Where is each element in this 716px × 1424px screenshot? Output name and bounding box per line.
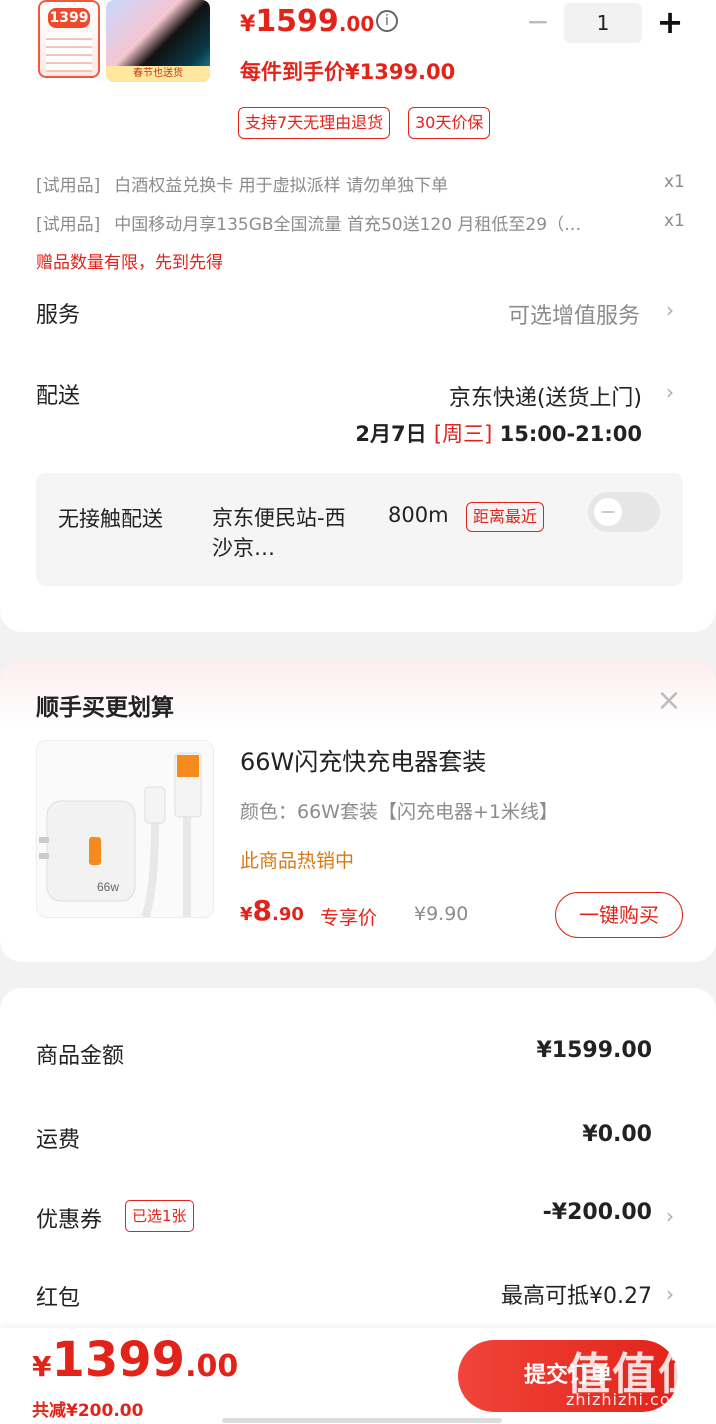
chevron-right-icon[interactable]: › bbox=[666, 380, 674, 404]
coupon-selected-tag: 已选1张 bbox=[125, 1200, 194, 1232]
thumbnail-ribbon: 春节也送货 bbox=[106, 66, 210, 82]
watermark-url: zhizhizhi.com bbox=[566, 1390, 688, 1409]
one-click-buy-button[interactable]: 一键购买 bbox=[555, 892, 683, 938]
station-distance: 800m bbox=[388, 503, 449, 527]
gift-tag: [试用品] bbox=[36, 176, 101, 196]
contactless-toggle[interactable] bbox=[588, 492, 660, 532]
charger-illustration: 66w bbox=[39, 752, 202, 917]
shipping-value: ¥0.00 bbox=[582, 1122, 652, 1147]
info-icon[interactable]: i bbox=[376, 10, 398, 32]
shipping-label: 运费 bbox=[36, 1128, 81, 1153]
delivery-method[interactable]: 京东快递(送货上门) bbox=[449, 380, 642, 412]
product-thumbnail-phone[interactable]: 春节也送货 bbox=[106, 0, 210, 82]
price-protect-badge: 30天价保 bbox=[408, 107, 491, 139]
upsell-price: ¥8.90 bbox=[240, 894, 304, 927]
delivery-label: 配送 bbox=[36, 384, 81, 409]
total-saved: 共减¥200.00 bbox=[32, 1401, 144, 1421]
quantity-input[interactable]: 1 bbox=[564, 3, 642, 43]
upsell-product-spec: 颜色：66W套装【闪充电器+1米线】 bbox=[240, 801, 558, 823]
chevron-right-icon[interactable]: › bbox=[666, 1282, 674, 1306]
return-policy-badge: 支持7天无理由退货 bbox=[238, 107, 391, 139]
goods-amount-label: 商品金额 bbox=[36, 1044, 125, 1069]
gift-tag: [试用品] bbox=[36, 215, 101, 235]
thumbnail-price-tag: 1399 bbox=[48, 8, 90, 28]
total-yen: ¥ bbox=[32, 1350, 52, 1383]
upsell-price-int: 8 bbox=[252, 894, 273, 927]
coupon-label: 优惠券 bbox=[36, 1208, 103, 1233]
delivery-time[interactable]: 2月7日 [周三] 15:00-21:00 bbox=[355, 418, 642, 448]
chevron-right-icon[interactable]: › bbox=[666, 1204, 674, 1228]
gift-qty: x1 bbox=[664, 211, 685, 231]
total-dec: .00 bbox=[185, 1349, 239, 1384]
upsell-price-label: 专享价 bbox=[320, 907, 378, 929]
goods-amount-value: ¥1599.00 bbox=[536, 1038, 652, 1063]
quantity-plus-button[interactable]: + bbox=[654, 4, 686, 40]
quantity-minus-button[interactable]: − bbox=[524, 8, 552, 36]
total-int: 1399 bbox=[51, 1332, 186, 1388]
upsell-title: 顺手买更划算 bbox=[36, 695, 174, 721]
upsell-product-name[interactable]: 66W闪充快充电器套装 bbox=[240, 742, 486, 777]
charger-label: 66w bbox=[97, 880, 119, 894]
red-packet-value[interactable]: 最高可抵¥0.27 bbox=[501, 1278, 652, 1310]
price-dec: .00 bbox=[338, 12, 375, 36]
hand-price: 每件到手价¥1399.00 bbox=[240, 60, 456, 84]
gift-name: 中国移动月享135GB全国流量 首充50送120 月租低至29（… bbox=[114, 215, 582, 235]
charger-product-image[interactable]: 66w bbox=[36, 740, 214, 918]
red-packet-label: 红包 bbox=[36, 1286, 81, 1311]
contactless-label: 无接触配送 bbox=[58, 507, 163, 531]
gift-item: [试用品] 中国移动月享135GB全国流量 首充50送120 月租低至29（… bbox=[36, 210, 581, 235]
product-thumbnail-card[interactable]: 1399 bbox=[38, 0, 100, 78]
service-label: 服务 bbox=[36, 303, 81, 328]
gift-qty: x1 bbox=[664, 172, 685, 192]
price-int: 1599 bbox=[255, 4, 339, 39]
delivery-weekday: [周三] bbox=[433, 422, 493, 446]
delivery-time-range: 15:00-21:00 bbox=[499, 422, 642, 446]
toggle-knob bbox=[594, 498, 622, 526]
service-value[interactable]: 可选增值服务 bbox=[508, 298, 640, 330]
gift-note: 赠品数量有限，先到先得 bbox=[36, 253, 223, 273]
pickup-station[interactable]: 京东便民站-西沙京… bbox=[212, 503, 362, 563]
product-price: ¥1599.00 bbox=[240, 4, 374, 39]
total-price: ¥1399.00 bbox=[32, 1332, 238, 1388]
close-icon[interactable]: × bbox=[656, 686, 682, 716]
price-yen: ¥ bbox=[240, 12, 256, 37]
upsell-price-dec: .90 bbox=[272, 904, 304, 925]
coupon-value[interactable]: -¥200.00 bbox=[543, 1200, 652, 1225]
upsell-original-price: ¥9.90 bbox=[414, 903, 469, 925]
gift-item: [试用品] 白酒权益兑换卡 用于虚拟派样 请勿单独下单 bbox=[36, 171, 448, 196]
nearest-badge: 距离最近 bbox=[466, 502, 545, 532]
chevron-right-icon[interactable]: › bbox=[666, 298, 674, 322]
thumbnail-text-lines bbox=[46, 32, 92, 72]
delivery-date: 2月7日 bbox=[355, 422, 427, 446]
home-indicator[interactable] bbox=[222, 1418, 502, 1423]
gift-name: 白酒权益兑换卡 用于虚拟派样 请勿单独下单 bbox=[114, 176, 449, 196]
upsell-hot-label: 此商品热销中 bbox=[240, 850, 355, 872]
upsell-price-yen: ¥ bbox=[240, 904, 253, 925]
